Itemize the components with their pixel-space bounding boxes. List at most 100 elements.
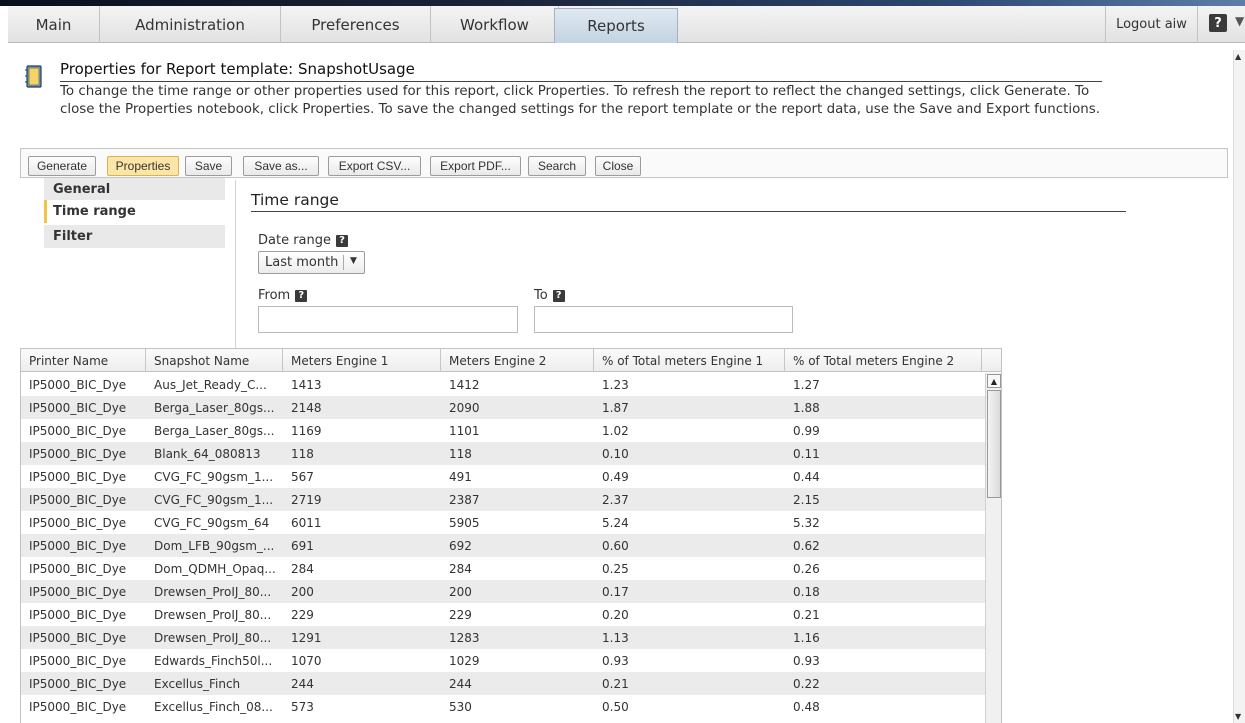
cell-meters-engine-2: 2387 <box>449 492 480 507</box>
cell-meters-engine-2: 1283 <box>449 630 480 645</box>
cell-snapshot-name: Dom_QDMH_Opaq... <box>154 561 276 576</box>
cell-meters-engine-1: 6011 <box>291 515 322 530</box>
scroll-thumb[interactable] <box>987 390 1001 498</box>
help-icon[interactable]: ? <box>295 289 308 302</box>
report-table: Printer Name Snapshot Name Meters Engine… <box>20 348 1002 723</box>
table-row[interactable]: IP5000_BIC_Dye Drewsen_ProIJ_80... 229 229 0… <box>21 603 985 626</box>
table-row[interactable]: IP5000_BIC_Dye Drewsen_ProIJ_80... 1291 128… <box>21 626 985 649</box>
scroll-up-icon[interactable]: ▲ <box>1235 52 1241 61</box>
cell-meters-engine-2: 491 <box>449 469 472 484</box>
column-header-pct-engine-2[interactable]: % of Total meters Engine 2 <box>785 349 982 372</box>
chevron-down-icon[interactable]: ▼ <box>350 256 357 266</box>
cell-pct-engine-2: 0.62 <box>793 538 820 553</box>
table-row[interactable]: IP5000_BIC_Dye Berga_Laser_80gs... 1169 110… <box>21 419 985 442</box>
column-header-meters-engine-1[interactable]: Meters Engine 1 <box>283 349 441 372</box>
cell-pct-engine-2: 0.48 <box>793 699 820 714</box>
sidebar-item-filter[interactable]: Filter <box>44 225 225 248</box>
date-range-value: Last month <box>265 255 339 270</box>
tab-workflow[interactable]: Workflow <box>431 6 559 43</box>
table-row[interactable]: IP5000_BIC_Dye Berga_Laser_80gs... 2148 209… <box>21 396 985 419</box>
to-date-input[interactable] <box>534 306 793 333</box>
generate-button[interactable]: Generate <box>28 156 96 176</box>
table-scrollbar[interactable]: ▲ <box>985 373 1001 723</box>
table-row[interactable]: IP5000_BIC_Dye Dom_LFB_90gsm_... 691 692 0.6… <box>21 534 985 557</box>
cell-meters-engine-1: 244 <box>291 676 314 691</box>
cell-printer-name: IP5000_BIC_Dye <box>29 423 127 438</box>
cell-pct-engine-2: 1.88 <box>793 400 820 415</box>
save-button[interactable]: Save <box>185 156 232 176</box>
cell-printer-name: IP5000_BIC_Dye <box>29 653 127 668</box>
cell-meters-engine-1: 573 <box>291 699 314 714</box>
export-pdf-button[interactable]: Export PDF... <box>430 156 521 176</box>
cell-pct-engine-1: 5.24 <box>602 515 629 530</box>
save-as-button[interactable]: Save as... <box>243 156 319 176</box>
logout-link[interactable]: Logout aiw <box>1105 6 1198 43</box>
tab-preferences[interactable]: Preferences <box>281 6 431 43</box>
column-header-snapshot-name[interactable]: Snapshot Name <box>146 349 283 372</box>
chevron-down-icon[interactable]: ▼ <box>1235 14 1244 28</box>
cell-meters-engine-2: 1101 <box>449 423 480 438</box>
date-range-select[interactable]: Last month ▼ <box>258 251 365 274</box>
cell-meters-engine-2: 5905 <box>449 515 480 530</box>
cell-pct-engine-1: 1.13 <box>602 630 629 645</box>
cell-printer-name: IP5000_BIC_Dye <box>29 561 127 576</box>
from-label: From <box>258 288 291 303</box>
page-description: To change the time range or other proper… <box>60 84 1101 117</box>
tab-administration[interactable]: Administration <box>100 6 281 43</box>
page-scrollbar[interactable]: ▲ ▼ <box>1233 50 1245 723</box>
section-divider <box>251 211 1126 212</box>
cell-meters-engine-2: 229 <box>449 607 472 622</box>
cell-pct-engine-2: 0.21 <box>793 607 820 622</box>
cell-meters-engine-1: 229 <box>291 607 314 622</box>
cell-meters-engine-2: 118 <box>449 446 472 461</box>
cell-printer-name: IP5000_BIC_Dye <box>29 469 127 484</box>
table-row[interactable]: IP5000_BIC_Dye Drewsen_ProIJ_80... 200 200 0… <box>21 580 985 603</box>
help-icon[interactable]: ? <box>336 234 349 247</box>
cell-pct-engine-1: 1.23 <box>602 377 629 392</box>
sidebar-item-general[interactable]: General <box>44 178 225 201</box>
properties-button[interactable]: Properties <box>107 156 179 176</box>
column-header-printer-name[interactable]: Printer Name <box>21 349 146 372</box>
table-row[interactable]: IP5000_BIC_Dye Excellus_Finch 244 244 0.21 0.… <box>21 672 985 695</box>
help-icon[interactable]: ? <box>1209 14 1227 32</box>
cell-printer-name: IP5000_BIC_Dye <box>29 538 127 553</box>
cell-snapshot-name: Aus_Jet_Ready_C... <box>154 377 267 392</box>
cell-pct-engine-2: 0.18 <box>793 584 820 599</box>
search-button[interactable]: Search <box>528 156 586 176</box>
table-row[interactable]: IP5000_BIC_Dye Blank_64_080813 118 118 0.10 0… <box>21 442 985 465</box>
date-range-label: Date range <box>258 233 332 248</box>
table-row[interactable]: IP5000_BIC_Dye CVG_FC_90gsm_1... 2719 2387 2… <box>21 488 985 511</box>
cell-meters-engine-1: 567 <box>291 469 314 484</box>
cell-pct-engine-2: 0.11 <box>793 446 820 461</box>
scroll-up-icon[interactable]: ▲ <box>987 374 1001 388</box>
close-button[interactable]: Close <box>595 156 641 176</box>
cell-meters-engine-2: 2090 <box>449 400 480 415</box>
table-row[interactable]: IP5000_BIC_Dye Dom_QDMH_Opaq... 284 284 0.25… <box>21 557 985 580</box>
tab-reports[interactable]: Reports <box>554 8 678 43</box>
table-row[interactable]: IP5000_BIC_Dye CVG_FC_90gsm_64 6011 5905 5.2… <box>21 511 985 534</box>
export-csv-button[interactable]: Export CSV... <box>328 156 421 176</box>
cell-pct-engine-1: 1.02 <box>602 423 629 438</box>
cell-pct-engine-2: 0.93 <box>793 653 820 668</box>
cell-pct-engine-2: 0.99 <box>793 423 820 438</box>
cell-snapshot-name: Edwards_Finch50l... <box>154 653 273 668</box>
column-header-meters-engine-2[interactable]: Meters Engine 2 <box>441 349 594 372</box>
table-row[interactable]: IP5000_BIC_Dye CVG_FC_90gsm_1... 567 491 0.4… <box>21 465 985 488</box>
table-row[interactable]: IP5000_BIC_Dye Edwards_Finch50l... 1070 102… <box>21 649 985 672</box>
cell-meters-engine-2: 1029 <box>449 653 480 668</box>
sidebar-item-time-range[interactable]: Time range <box>44 200 225 223</box>
cell-pct-engine-2: 1.27 <box>793 377 820 392</box>
cell-pct-engine-1: 0.60 <box>602 538 629 553</box>
cell-printer-name: IP5000_BIC_Dye <box>29 492 127 507</box>
from-label-row: From ? <box>258 288 308 303</box>
table-row[interactable]: IP5000_BIC_Dye Excellus_Finch_08... 573 530… <box>21 695 985 718</box>
select-divider <box>343 255 344 270</box>
column-header-pct-engine-1[interactable]: % of Total meters Engine 1 <box>594 349 785 372</box>
main-nav: Main Administration Preferences Workflow… <box>8 6 1245 43</box>
table-row[interactable]: IP5000_BIC_Dye Aus_Jet_Ready_C... 1413 1412… <box>21 373 985 396</box>
tab-main[interactable]: Main <box>8 6 100 43</box>
from-date-input[interactable] <box>258 306 518 333</box>
help-icon[interactable]: ? <box>552 289 565 302</box>
scroll-down-icon[interactable]: ▼ <box>1235 712 1241 721</box>
cell-pct-engine-1: 0.21 <box>602 676 629 691</box>
